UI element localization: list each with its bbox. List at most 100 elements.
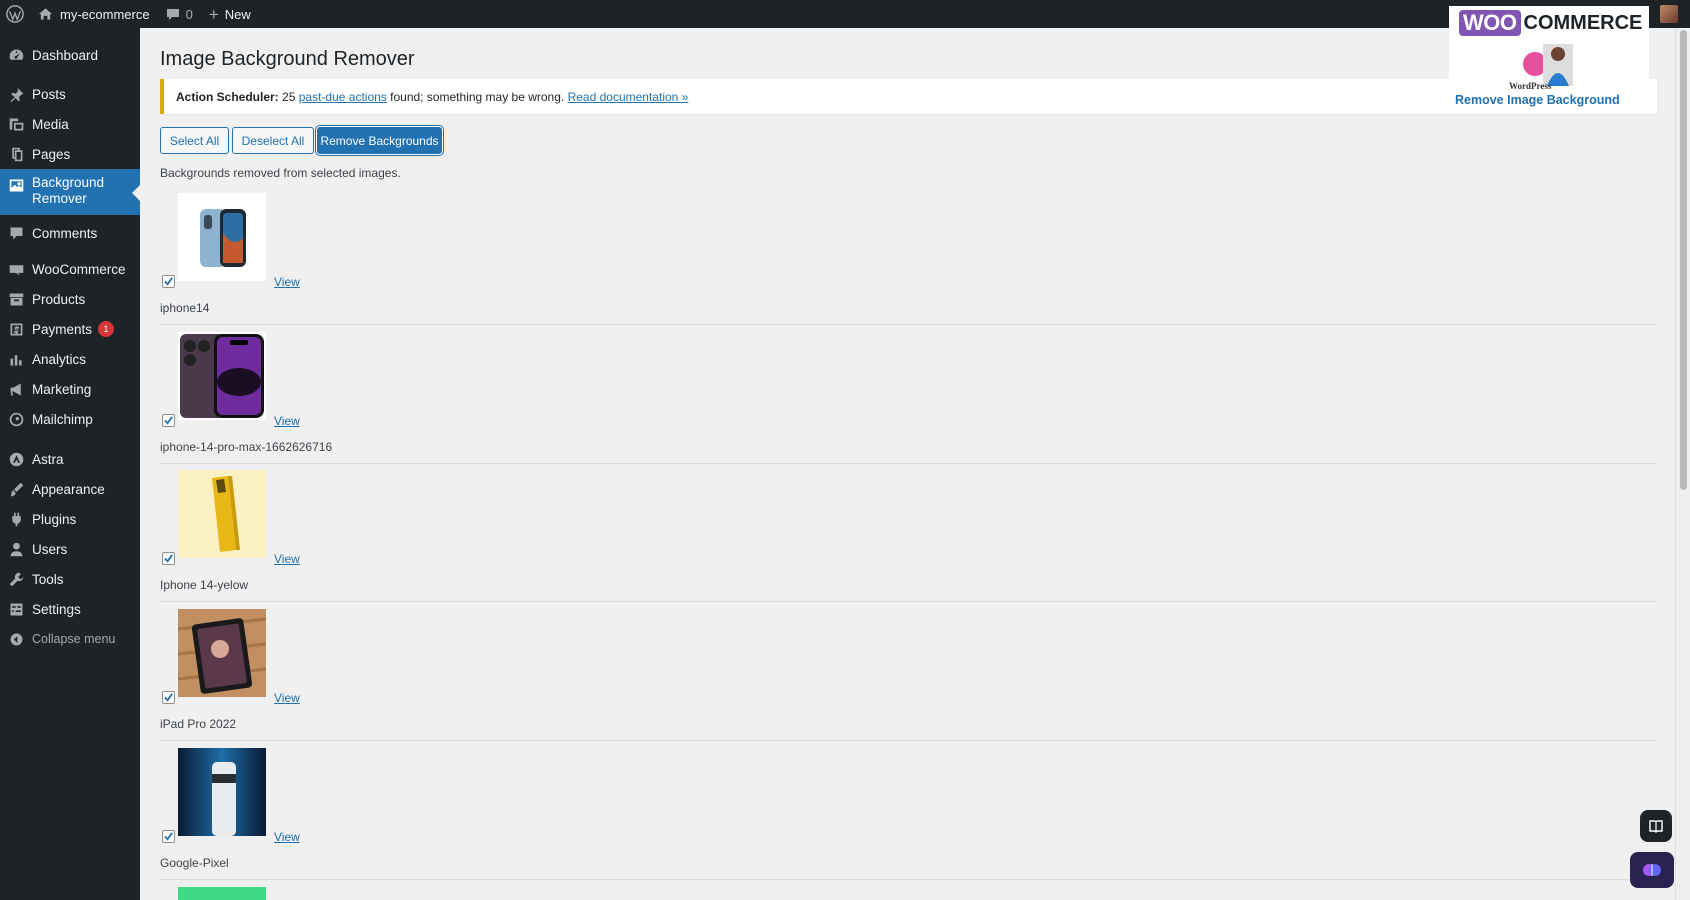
page-title: Image Background Remover [160,48,415,70]
astra-icon [0,449,32,469]
sidebar-item-label: Marketing [32,381,92,397]
image-row: View iphone14 [160,193,1657,325]
media-icon [0,114,32,134]
brush-icon [0,479,32,499]
sidebar-item-label: WooCommerce [32,261,126,277]
view-link[interactable]: View [274,275,300,289]
read-documentation-link[interactable]: Read documentation » [568,90,689,104]
image-row: View Iphone 14-yelow [160,470,1657,602]
remove-backgrounds-button[interactable]: Remove Backgrounds [317,127,442,154]
image-name: iPad Pro 2022 [160,717,237,731]
archive-icon [0,289,32,309]
image-checkbox[interactable] [162,691,175,704]
promo-woo-text: WOO [1459,10,1521,36]
site-name: my-ecommerce [60,6,150,22]
scrollbar-thumb[interactable] [1680,30,1687,490]
iphone-thumbnail-icon [200,209,246,267]
sidebar-item-label: Tools [32,571,64,587]
image-checkbox[interactable] [162,830,175,843]
promo-banner: WOO COMMERCE WordPress Remove Image Back… [1449,6,1649,110]
wrench-icon [0,569,32,589]
new-content-link[interactable]: + New [201,0,259,28]
user-avatar[interactable] [1660,5,1678,23]
sidebar-item-label: Payments [32,321,93,337]
image-thumbnail[interactable] [178,332,266,420]
sidebar-item-label: Comments [32,225,98,241]
sidebar-item-dashboard[interactable]: Dashboard [0,40,140,70]
docs-button[interactable] [1640,810,1672,842]
image-name: Iphone 14-yelow [160,578,249,592]
pages-icon [0,144,32,164]
sidebar-item-label: Analytics [32,351,87,367]
sidebar-item-payments[interactable]: Payments 1 [0,314,140,344]
iphone-pro-thumbnail-icon [180,334,264,418]
pin-icon [0,84,32,104]
view-link[interactable]: View [274,414,300,428]
sidebar-item-label: Mailchimp [32,411,93,427]
image-thumbnail[interactable] [178,193,266,281]
page-scrollbar[interactable] [1675,28,1690,900]
site-name-link[interactable]: my-ecommerce [30,0,158,28]
collapse-arrow-icon [0,629,32,649]
woocommerce-logo: WOO COMMERCE [1459,10,1642,36]
sidebar-item-label: Background Remover [32,175,105,206]
image-thumbnail[interactable] [178,470,266,558]
sidebar-item-posts[interactable]: Posts [0,79,140,109]
home-icon [38,7,53,21]
payments-badge: 1 [98,321,115,337]
sidebar-item-background-remover[interactable]: Background Remover [0,169,140,215]
admin-sidebar: Dashboard Posts Media Pages Background R… [0,28,140,900]
sidebar-item-users[interactable]: Users [0,534,140,564]
sidebar-item-analytics[interactable]: Analytics [0,344,140,374]
select-all-button[interactable]: Select All [160,127,229,154]
collapse-menu-button[interactable]: Collapse menu [0,624,140,654]
status-message: Backgrounds removed from selected images… [160,166,401,180]
image-name: iphone14 [160,301,210,315]
past-due-actions-link[interactable]: past-due actions [299,90,387,104]
new-label: New [224,6,251,22]
sidebar-item-products[interactable]: Products [0,284,140,314]
sidebar-item-label: Media [32,116,69,132]
image-row: View iphone-14-pro-max-1662626716 [160,332,1657,464]
image-checkbox[interactable] [162,414,175,427]
sidebar-item-media[interactable]: Media [0,109,140,139]
sidebar-item-pages[interactable]: Pages [0,139,140,169]
sidebar-item-marketing[interactable]: Marketing [0,374,140,404]
sidebar-item-tools[interactable]: Tools [0,564,140,594]
ipad-thumbnail-icon [178,609,266,697]
image-checkbox[interactable] [162,275,175,288]
sidebar-item-label: Pages [32,146,71,162]
collapse-menu-label: Collapse menu [32,632,116,646]
sidebar-item-label: Users [32,541,68,557]
sidebar-item-astra[interactable]: Astra [0,444,140,474]
admin-bar: my-ecommerce 0 + New [0,0,1690,28]
deselect-all-button[interactable]: Deselect All [232,127,314,154]
image-name: iphone-14-pro-max-1662626716 [160,440,333,454]
ai-assistant-button[interactable] [1630,852,1674,888]
image-thumbnail[interactable] [178,748,266,836]
sidebar-item-comments[interactable]: Comments [0,215,140,251]
comments-link[interactable]: 0 [158,0,201,28]
view-link[interactable]: View [274,830,300,844]
sidebar-item-mailchimp[interactable]: Mailchimp [0,404,140,434]
image-thumbnail[interactable] [178,609,266,697]
image-name: Google-Pixel [160,856,229,870]
sidebar-item-woocommerce[interactable]: WooCommerce [0,254,140,284]
wordpress-logo-icon[interactable] [0,0,30,28]
image-thumbnail-partial[interactable] [178,887,266,900]
sidebar-item-plugins[interactable]: Plugins [0,504,140,534]
iphone-yellow-thumbnail-icon [212,476,240,552]
sidebar-item-appearance[interactable]: Appearance [0,474,140,504]
image-checkbox[interactable] [162,552,175,565]
view-link[interactable]: View [274,552,300,566]
promo-title: Remove Image Background [1455,93,1620,107]
brain-icon [1643,864,1661,876]
plus-icon: + [208,4,219,24]
book-icon [1649,820,1663,833]
comments-count: 0 [185,6,193,22]
sidebar-item-settings[interactable]: Settings [0,594,140,624]
user-icon [0,539,32,559]
promo-commerce-text: COMMERCE [1523,11,1643,34]
mailchimp-icon [0,409,32,429]
view-link[interactable]: View [274,691,300,705]
